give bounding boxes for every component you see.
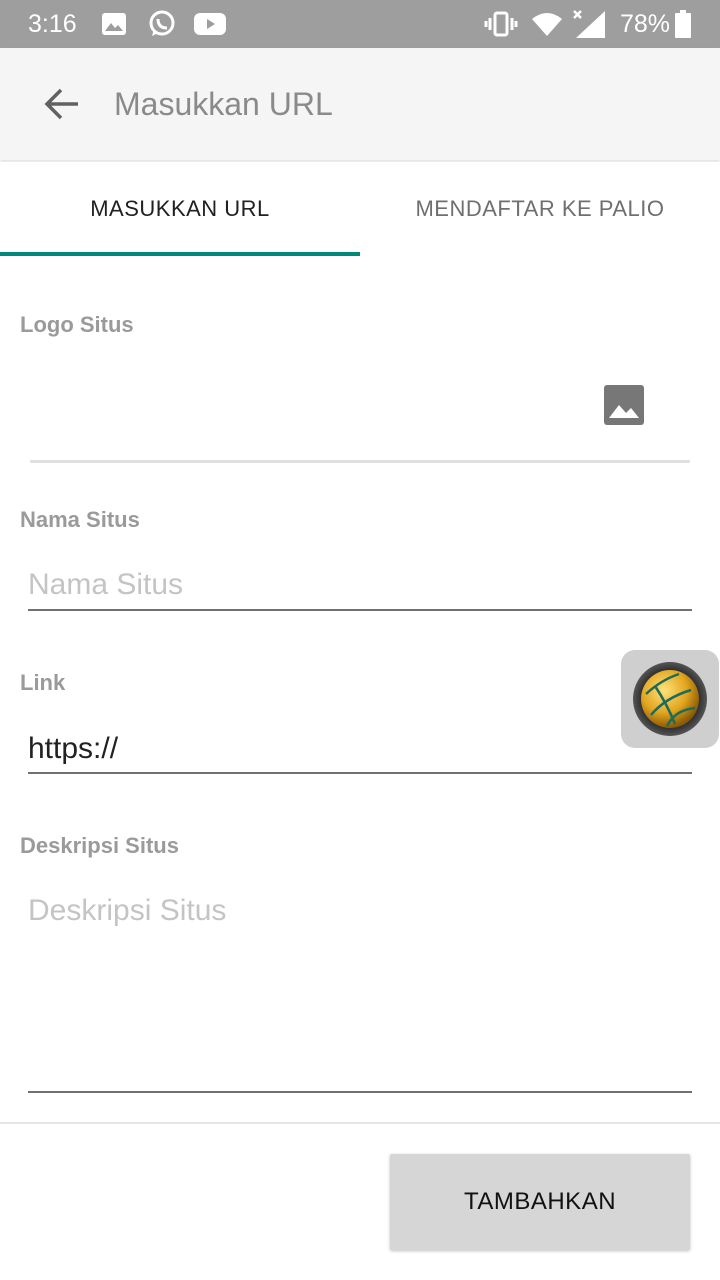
link-underline [28,772,692,774]
ball-icon [633,662,707,736]
floating-ball-button[interactable] [621,650,719,748]
logo-field-divider [30,460,690,463]
link-label: Link [20,670,66,695]
battery-percent: 78% [620,10,671,38]
tab-bar: MASUKKAN URL MENDAFTAR KE PALIO [0,162,720,256]
status-time: 3:16 [28,10,77,38]
link-input[interactable]: https:// [28,732,118,766]
vibrate-icon [484,10,518,38]
status-bar: 3:16 78% [0,0,720,48]
site-name-input[interactable]: Nama Situs [28,568,183,602]
page-title: Masukkan URL [114,86,333,122]
tab-masukkan-url[interactable]: MASUKKAN URL [0,162,360,256]
description-label: Deskripsi Situs [20,833,179,858]
app-bar: Masukkan URL [0,48,720,160]
arrow-back-icon[interactable] [38,80,86,128]
logo-label: Logo Situs [20,312,134,337]
add-button[interactable]: TAMBAHKAN [390,1154,690,1250]
name-label: Nama Situs [20,507,140,532]
site-name-underline [28,609,692,611]
youtube-icon [194,10,226,38]
tab-mendaftar-ke-palio[interactable]: MENDAFTAR KE PALIO [360,162,720,256]
battery-icon [674,10,692,38]
signal-icon [572,10,608,38]
description-underline [28,1091,692,1093]
image-picker-icon[interactable] [602,384,646,426]
bottom-divider [0,1122,720,1124]
whatsapp-icon [146,10,178,38]
description-input[interactable]: Deskripsi Situs [28,894,226,928]
tab-indicator [0,252,360,256]
gallery-notification-icon [100,10,128,38]
wifi-icon [530,10,564,38]
